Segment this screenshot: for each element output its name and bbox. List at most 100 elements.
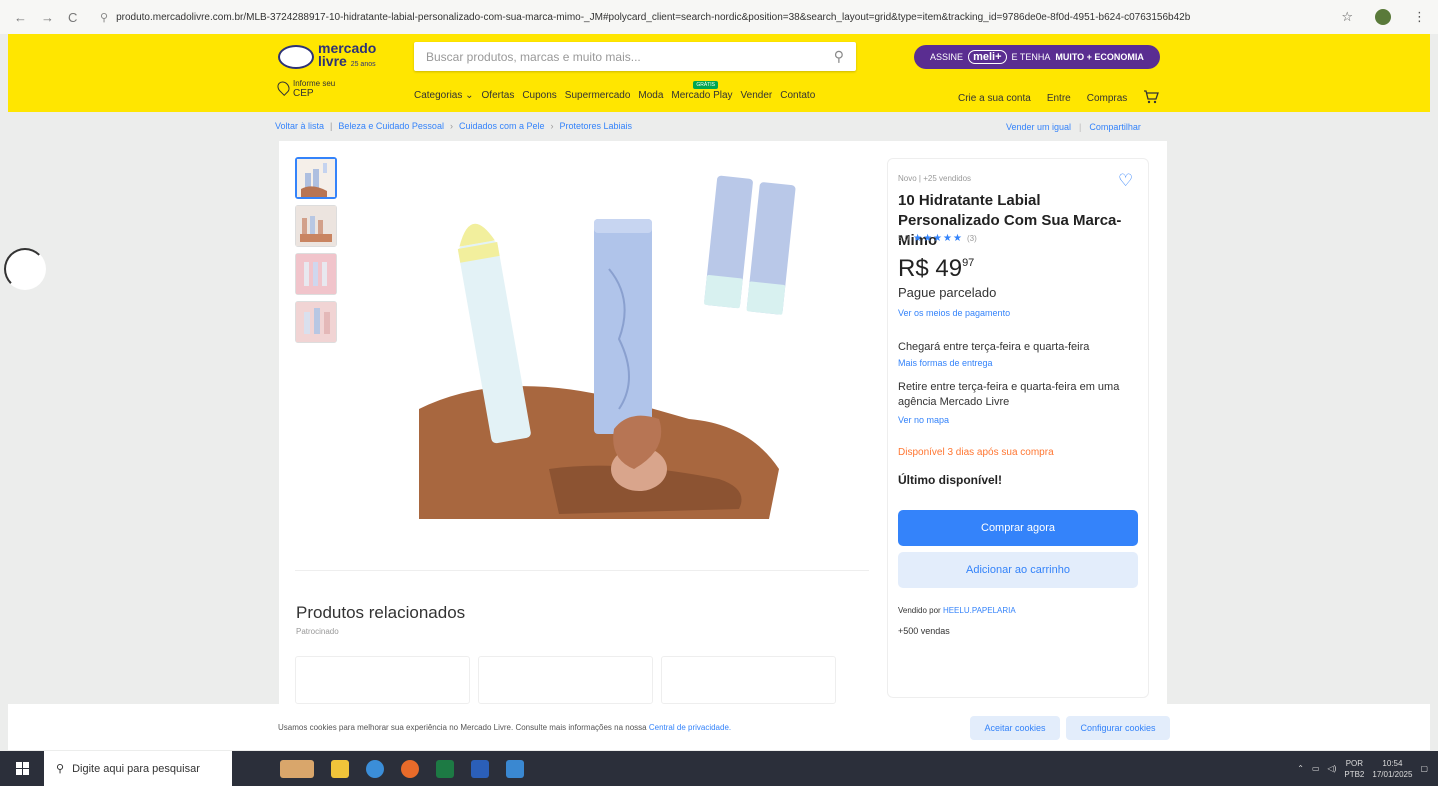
breadcrumb-chevron: › <box>449 121 453 131</box>
lang-1: POR <box>1345 758 1364 768</box>
browser-nav: ← → C <box>0 10 100 25</box>
login-link[interactable]: Entre <box>1047 93 1071 104</box>
thumbnail-1[interactable] <box>295 157 337 199</box>
breadcrumb-separator: | <box>1079 122 1082 132</box>
user-nav: Crie a sua conta Entre Compras <box>958 90 1160 107</box>
back-icon[interactable]: ← <box>14 10 27 25</box>
browser-toolbar: ← → C ⚲ produto.mercadolivre.com.br/MLB-… <box>0 0 1438 34</box>
configure-cookies-button[interactable]: Configurar cookies <box>1066 716 1170 740</box>
volume-icon[interactable]: ◁) <box>1328 764 1337 773</box>
nav-contato[interactable]: Contato <box>780 90 815 101</box>
nav-cupons[interactable]: Cupons <box>522 90 556 101</box>
cep-label: Informe seu <box>293 79 336 88</box>
chrome-icon[interactable] <box>366 759 384 778</box>
logo-text: mercado livre 25 anos <box>318 41 376 71</box>
browser-menu-icon[interactable]: ⋮ <box>1413 9 1426 25</box>
availability-text: Disponível 3 dias após sua compra <box>898 447 1054 458</box>
seller-prefix: Vendido por <box>898 606 941 615</box>
word-icon[interactable] <box>471 759 489 778</box>
search-input[interactable]: Buscar produtos, marcas e muito mais... … <box>414 42 856 71</box>
windows-start-icon[interactable] <box>0 751 44 786</box>
browser-actions: ☆ ⋮ <box>1341 9 1438 25</box>
clock-date: 17/01/2025 <box>1372 769 1413 779</box>
breadcrumb-separator: | <box>330 121 333 131</box>
thumbnail-3[interactable] <box>295 253 337 295</box>
payment-methods-link[interactable]: Ver os meios de pagamento <box>898 308 1010 318</box>
search-icon[interactable]: ⚲ <box>834 48 844 65</box>
create-account-link[interactable]: Crie a sua conta <box>958 93 1031 104</box>
breadcrumb-chevron: › <box>550 121 554 131</box>
sponsored-label: Patrocinado <box>296 627 339 636</box>
tray-chevron-icon[interactable]: ⌃ <box>1297 764 1304 773</box>
logo-line-2: livre <box>318 53 347 69</box>
nav-mercado-play[interactable]: GRÁTIS Mercado Play <box>671 81 733 101</box>
cart-icon[interactable] <box>1143 90 1160 107</box>
related-product-card[interactable] <box>661 656 836 704</box>
favorite-heart-icon[interactable]: ♡ <box>1118 171 1133 191</box>
add-to-cart-button[interactable]: Adicionar ao carrinho <box>898 552 1138 588</box>
seller-name-link[interactable]: HEELU.PAPELARIA <box>943 606 1016 615</box>
mercado-livre-logo[interactable]: mercado livre 25 anos <box>278 41 376 71</box>
cep-selector[interactable]: Informe seu CEP <box>275 79 336 99</box>
magnifier-icon: ⚲ <box>56 763 65 775</box>
privacy-center-link[interactable]: Central de privacidade. <box>649 723 731 732</box>
map-link[interactable]: Ver no mapa <box>898 415 949 425</box>
breadcrumb-skin-care[interactable]: Cuidados com a Pele <box>459 121 545 131</box>
product-main-image[interactable] <box>419 169 839 529</box>
sell-similar-link[interactable]: Vender um igual <box>1006 122 1071 132</box>
buy-now-button[interactable]: Comprar agora <box>898 510 1138 546</box>
cep-value: CEP <box>293 88 314 99</box>
file-explorer-icon[interactable] <box>331 759 349 778</box>
last-unit-text: Último disponível! <box>898 473 1003 487</box>
meli-plus-banner[interactable]: ASSINE meli+ E TENHA MUITO + ECONOMIA <box>914 45 1160 69</box>
meli-prefix: ASSINE <box>930 52 964 62</box>
taskbar-search[interactable]: ⚲ Digite aqui para pesquisar <box>44 751 232 786</box>
clock[interactable]: 10:54 17/01/2025 <box>1372 758 1412 780</box>
breadcrumb-lip-balm[interactable]: Protetores Labiais <box>560 121 633 131</box>
excel-icon[interactable] <box>436 759 454 778</box>
firefox-icon[interactable] <box>401 759 419 778</box>
thumbnail-2[interactable] <box>295 205 337 247</box>
bookmark-star-icon[interactable]: ☆ <box>1341 9 1353 25</box>
site-info-icon[interactable]: ⚲ <box>100 11 108 24</box>
rating-value: 5.0 <box>898 234 910 243</box>
breadcrumb-beauty[interactable]: Beleza e Cuidado Pessoal <box>338 121 444 131</box>
profile-avatar-icon[interactable] <box>1375 9 1391 25</box>
language-indicator[interactable]: POR PTB2 <box>1344 758 1364 780</box>
breadcrumb-actions: Vender um igual | Compartilhar <box>1006 122 1141 132</box>
app-icon[interactable] <box>506 759 524 778</box>
related-product-card[interactable] <box>295 656 470 704</box>
search-placeholder: Buscar produtos, marcas e muito mais... <box>426 49 641 64</box>
seller-info: Vendido por HEELU.PAPELARIA <box>898 606 1016 615</box>
handshake-logo-icon <box>278 44 314 69</box>
notification-icon[interactable]: ▢ <box>1420 764 1428 773</box>
free-badge: GRÁTIS <box>693 81 719 89</box>
nav-mercado-play-label: Mercado Play <box>671 90 733 101</box>
nav-categorias[interactable]: Categorias ⌄ <box>414 90 474 101</box>
thumbnail-4[interactable] <box>295 301 337 343</box>
rating[interactable]: 5.0 ★★★★★ (3) <box>898 233 977 244</box>
accept-cookies-button[interactable]: Aceitar cookies <box>970 716 1060 740</box>
address-bar[interactable]: ⚲ produto.mercadolivre.com.br/MLB-372428… <box>100 11 1341 24</box>
logo-anniversary: 25 anos <box>350 61 376 68</box>
nav-moda[interactable]: Moda <box>638 90 663 101</box>
cookie-text: Usamos cookies para melhorar sua experiê… <box>278 723 731 732</box>
task-view-icon[interactable] <box>280 759 314 778</box>
rating-count: (3) <box>966 234 977 243</box>
related-product-card[interactable] <box>478 656 653 704</box>
delivery-options-link[interactable]: Mais formas de entrega <box>898 358 993 368</box>
breadcrumb: Voltar à lista | Beleza e Cuidado Pessoa… <box>275 121 632 131</box>
clock-time: 10:54 <box>1382 758 1403 768</box>
forward-icon[interactable]: → <box>41 10 54 25</box>
price-cents: 97 <box>962 257 975 269</box>
meli-plus-label: meli+ <box>968 50 1007 64</box>
share-link[interactable]: Compartilhar <box>1089 122 1141 132</box>
network-icon[interactable]: ▭ <box>1312 764 1320 773</box>
reload-icon[interactable]: C <box>68 10 77 25</box>
nav-vender[interactable]: Vender <box>741 90 773 101</box>
back-to-list-link[interactable]: Voltar à lista <box>275 121 324 131</box>
taskbar-apps <box>232 759 524 778</box>
nav-supermercado[interactable]: Supermercado <box>565 90 631 101</box>
nav-ofertas[interactable]: Ofertas <box>482 90 515 101</box>
purchases-link[interactable]: Compras <box>1087 93 1128 104</box>
